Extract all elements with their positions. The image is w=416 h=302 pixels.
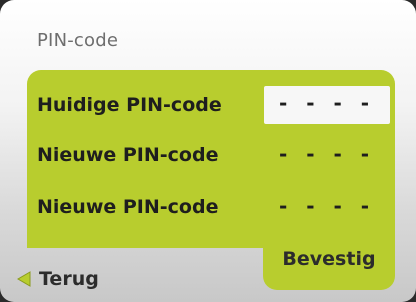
confirm-button-label[interactable]: Bevestig [263, 248, 395, 270]
pin-code-screen: PIN-code Bevestig Huidige PIN-code - - -… [0, 0, 416, 302]
new-pin-label: Nieuwe PIN-code [37, 144, 219, 166]
current-pin-field[interactable]: - - - - [264, 86, 390, 124]
back-button[interactable]: Terug [17, 266, 99, 292]
confirm-new-pin-field[interactable]: - - - - [264, 189, 390, 227]
back-button-label: Terug [39, 268, 99, 290]
confirm-new-pin-label: Nieuwe PIN-code [37, 196, 219, 218]
screen-title: PIN-code [37, 30, 119, 51]
current-pin-label: Huidige PIN-code [37, 94, 222, 116]
new-pin-field[interactable]: - - - - [264, 137, 390, 175]
triangle-left-icon [17, 271, 31, 287]
